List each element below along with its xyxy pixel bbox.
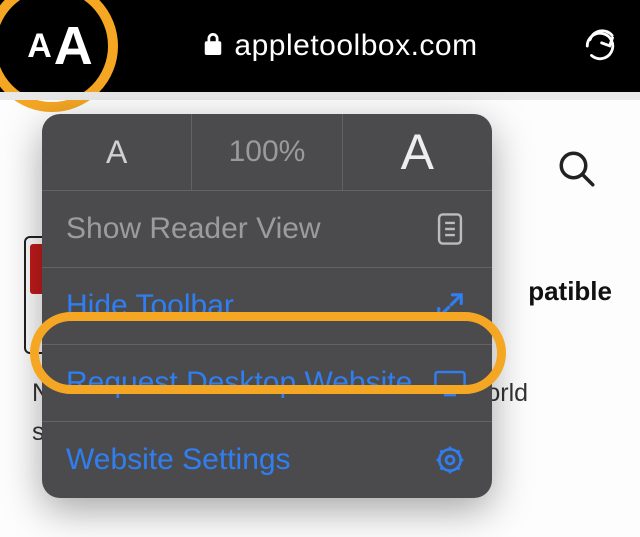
- reader-icon: [432, 211, 468, 247]
- website-settings-row[interactable]: Website Settings: [42, 422, 492, 498]
- request-desktop-label: Request Desktop Website: [66, 366, 412, 400]
- small-a-glyph: A: [27, 29, 52, 63]
- desktop-icon: [432, 365, 468, 401]
- increase-text-button[interactable]: A: [343, 114, 492, 190]
- reload-button[interactable]: [560, 29, 640, 63]
- lock-icon: [202, 31, 224, 62]
- decrease-text-button[interactable]: A: [42, 114, 192, 190]
- search-button[interactable]: [556, 148, 598, 195]
- big-a-glyph: A: [54, 19, 93, 73]
- zoom-level-display[interactable]: 100%: [192, 114, 342, 190]
- zoom-row: A 100% A: [42, 114, 492, 190]
- request-desktop-row[interactable]: Request Desktop Website: [42, 345, 492, 421]
- url-display[interactable]: appletoolbox.com: [120, 29, 560, 63]
- text-size-popover: A 100% A Show Reader View Hide Toolbar: [42, 114, 492, 498]
- website-settings-label: Website Settings: [66, 443, 291, 477]
- article-heading-fragment: patible: [528, 276, 612, 307]
- hide-toolbar-row[interactable]: Hide Toolbar: [42, 268, 492, 344]
- show-reader-view-row[interactable]: Show Reader View: [42, 191, 492, 267]
- text-size-button[interactable]: A A: [0, 0, 120, 92]
- url-text: appletoolbox.com: [234, 29, 477, 63]
- show-reader-view-label: Show Reader View: [66, 212, 321, 246]
- page-divider: [0, 92, 640, 100]
- hide-toolbar-label: Hide Toolbar: [66, 289, 234, 323]
- gear-icon: [432, 442, 468, 478]
- expand-icon: [432, 288, 468, 324]
- address-bar: A A appletoolbox.com: [0, 0, 640, 92]
